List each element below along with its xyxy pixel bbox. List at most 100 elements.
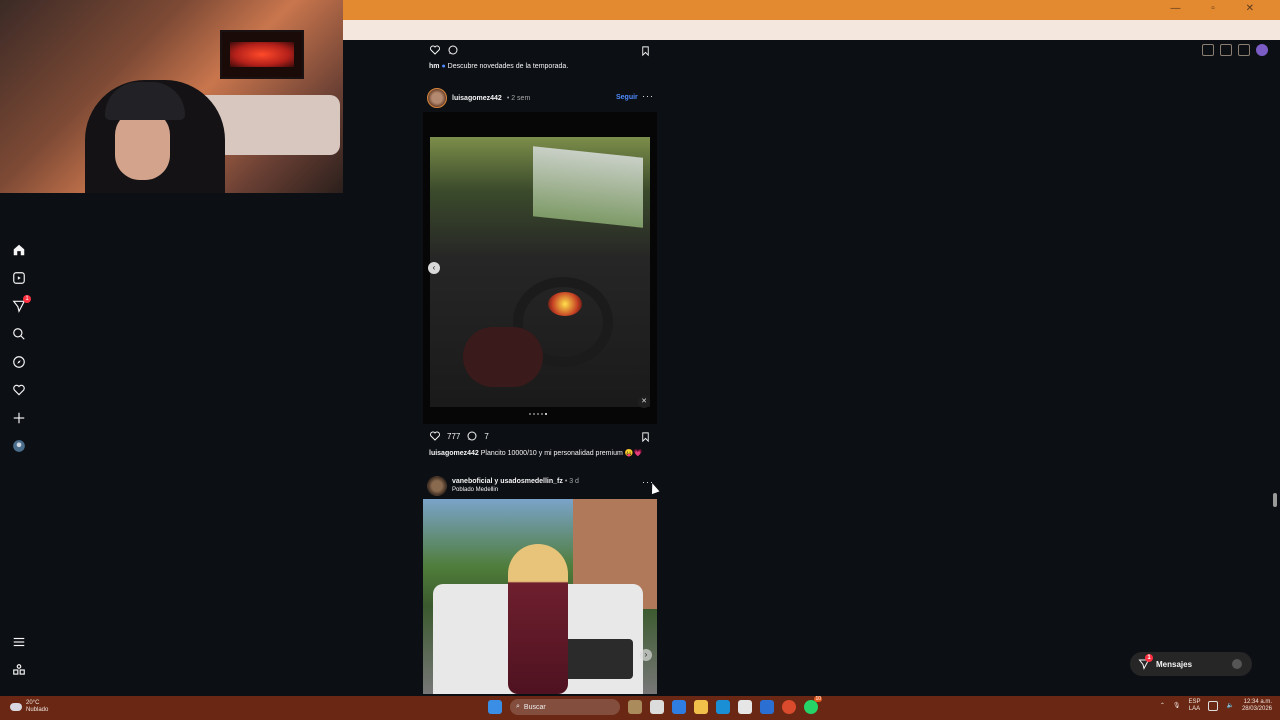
carousel-prev-icon[interactable]: ‹ (428, 262, 440, 274)
clock-date: 28/03/2026 (1241, 706, 1272, 712)
sidebar-item-search[interactable] (6, 327, 32, 341)
edge-icon[interactable] (716, 700, 730, 714)
weather-desc: Nublado (26, 707, 49, 713)
clock[interactable]: 12:34 a.m. 28/03/2026 (1242, 699, 1272, 713)
media-arm (463, 327, 543, 387)
taskbar-search[interactable]: ⌕ Buscar (510, 699, 620, 715)
sidebar-item-profile[interactable] (6, 439, 32, 453)
bookmark-icon (642, 432, 649, 443)
whatsapp-icon[interactable]: 10 (804, 696, 822, 714)
carousel-dots (529, 413, 547, 415)
carousel-dot (529, 413, 531, 415)
avatar[interactable] (427, 88, 447, 108)
post1-media[interactable] (423, 112, 657, 424)
carousel-dot (541, 413, 543, 415)
post2-username[interactable]: vaneboficial y usadosmedellin_fz (452, 478, 563, 485)
caption-text: Plancito 10000/10 y mi personalidad prem… (480, 450, 643, 457)
post2-time: • 3 d (564, 478, 579, 485)
post2-media[interactable] (423, 499, 657, 694)
post1-more-icon[interactable]: ··· (642, 91, 654, 101)
post1-time: • 2 sem (506, 94, 531, 102)
weather-widget[interactable]: 20°C Nublado (10, 700, 48, 714)
taskbar-center: ⌕ Buscar 10 (488, 696, 822, 715)
reels-icon (13, 272, 25, 284)
media-person (508, 544, 568, 694)
sidebar-item-explore[interactable] (6, 355, 32, 369)
post1-actions: 777 7 (429, 430, 489, 442)
windows-start-icon[interactable] (488, 700, 502, 714)
file-explorer-icon[interactable] (694, 700, 708, 714)
post2-meta: vaneboficial y usadosmedellin_fz • 3 d P… (452, 477, 579, 495)
caption-username[interactable]: hm (429, 63, 440, 70)
mute-icon[interactable]: ✕ (638, 396, 650, 408)
media-dashboard (548, 292, 582, 316)
task-view-icon[interactable] (650, 700, 664, 714)
caption-username[interactable]: luisagomez442 (429, 450, 479, 457)
verified-icon: ● (441, 63, 446, 70)
post1-username[interactable]: luisagomez442 (452, 95, 502, 102)
system-tray: ⌃ 🎙 ESP LAA 🔈 12:34 a.m. 28/03/2026 (1160, 699, 1272, 713)
puzzle-icon[interactable] (1238, 44, 1250, 56)
webcam-fireplace-tv (220, 30, 304, 79)
post2-header: vaneboficial y usadosmedellin_fz • 3 d P… (427, 476, 579, 496)
sidebar-item-reels[interactable] (6, 271, 32, 285)
messages-label: Mensajes (1156, 659, 1193, 669)
widgets-icon[interactable] (628, 700, 642, 714)
post2-location[interactable]: Poblado Medellin (452, 486, 579, 495)
taskbar-search-placeholder: Buscar (523, 703, 546, 711)
threads-icon (13, 664, 25, 675)
caption-text: Descubre novedades de la temporada. (447, 63, 569, 70)
explore-icon (13, 356, 25, 368)
sidebar-item-menu[interactable] (6, 635, 32, 649)
messages-button[interactable]: 1 Mensajes (1130, 652, 1252, 676)
language-indicator[interactable]: ESP LAA (1188, 699, 1200, 713)
sidebar-item-direct[interactable]: 1 (6, 295, 32, 313)
post1-save[interactable] (640, 430, 651, 448)
sidebar-item-notifications[interactable] (6, 383, 32, 397)
bookmark-icon (642, 46, 649, 57)
top-post-caption: hm ● Descubre novedades de la temporada. (429, 63, 568, 70)
windows-taskbar: 20°C Nublado ⌕ Buscar 10 ⌃ 🎙 ESP LAA 🔈 1… (0, 696, 1280, 720)
menu-icon (13, 637, 25, 647)
mic-icon[interactable]: 🎙 (1173, 703, 1181, 710)
carousel-dot (533, 413, 535, 415)
store-icon[interactable] (738, 700, 752, 714)
volume-icon[interactable]: 🔈 (1226, 703, 1233, 710)
sidebar-item-create[interactable] (6, 411, 32, 425)
comment-count[interactable]: 7 (484, 432, 488, 441)
copilot-icon[interactable] (672, 700, 686, 714)
avatar[interactable] (427, 476, 447, 496)
weather-text: 20°C Nublado (26, 700, 48, 714)
weather-temp: 20°C (26, 700, 40, 706)
chrome-icon[interactable] (782, 700, 796, 714)
like-icon[interactable] (429, 430, 441, 442)
post1-header: luisagomez442 • 2 sem (427, 88, 530, 108)
sidebar-item-threads[interactable] (6, 663, 32, 677)
comment-icon[interactable] (447, 44, 459, 56)
network-icon[interactable] (1208, 701, 1219, 711)
comment-icon[interactable] (466, 430, 478, 442)
extensions-icon[interactable] (1202, 44, 1214, 56)
scrollbar-thumb[interactable] (1273, 493, 1277, 507)
mail-icon[interactable] (760, 700, 774, 714)
address-bar-icons (1202, 44, 1268, 56)
star-icon[interactable] (1220, 44, 1232, 56)
post1-caption: luisagomez442 Plancito 10000/10 y mi per… (429, 449, 642, 457)
tray-chevron-icon[interactable]: ⌃ (1160, 703, 1165, 710)
follow-button[interactable]: Seguir (616, 94, 638, 101)
sidebar-item-home[interactable] (6, 243, 32, 257)
window-controls[interactable]: — ▫ ✕ (1171, 3, 1268, 14)
like-count[interactable]: 777 (447, 432, 460, 441)
heart-icon (13, 384, 25, 396)
whatsapp-badge: 10 (814, 696, 822, 702)
carousel-next-icon[interactable]: › (640, 649, 652, 661)
webcam-overlay (0, 0, 343, 193)
clock-time: 12:34 a.m. (1243, 699, 1272, 705)
language-1: ESP (1188, 699, 1201, 705)
carousel-dot (537, 413, 539, 415)
top-post-save[interactable] (640, 44, 651, 62)
scrollbar[interactable] (1270, 40, 1280, 694)
browser-profile-icon[interactable] (1256, 44, 1268, 56)
like-icon[interactable] (429, 44, 441, 56)
search-icon (13, 328, 25, 340)
